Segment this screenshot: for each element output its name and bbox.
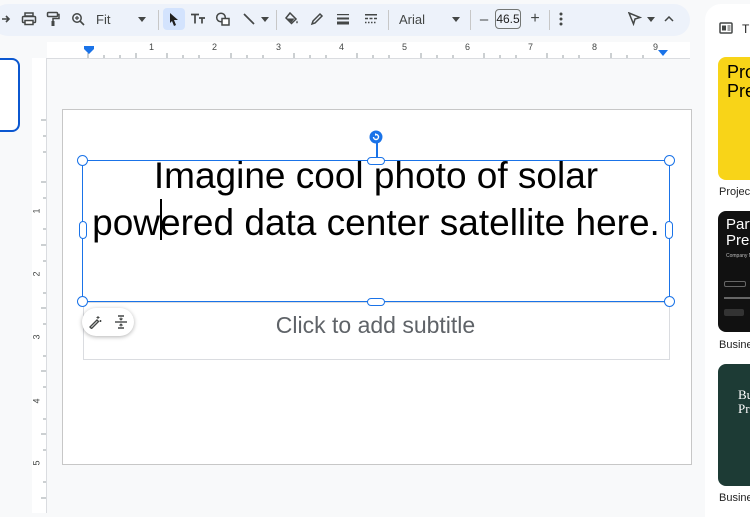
border-weight-icon[interactable] [334, 8, 352, 30]
font-family-select[interactable]: Arial [399, 8, 439, 30]
template-preview-text: Bu Pr [738, 387, 750, 416]
selection-frame [82, 160, 670, 302]
toolbar-divider [276, 10, 277, 30]
magic-pen-icon[interactable] [88, 315, 102, 329]
template-preview-decor [724, 281, 746, 287]
template-preview-text: Pro Pre [727, 62, 750, 101]
ruler-number: 2 [212, 42, 218, 52]
resize-handle-bottom-right[interactable] [664, 296, 675, 307]
template-preview-decor [724, 309, 744, 316]
font-size-value: 46.5 [495, 9, 521, 29]
ruler-number: 5 [31, 460, 42, 466]
resize-handle-top-right[interactable] [664, 155, 675, 166]
pointer-dropdown-icon[interactable] [647, 8, 655, 30]
ruler-number: 7 [528, 42, 534, 52]
left-indent-marker[interactable] [84, 46, 94, 54]
ruler-number: 3 [276, 42, 282, 52]
ruler-number: 9 [653, 42, 659, 52]
ruler-number: 1 [149, 42, 155, 52]
plus-icon: + [530, 10, 540, 27]
toolbar-divider [549, 10, 550, 30]
font-size-input[interactable]: 46.5 [495, 8, 521, 30]
font-family-label: Arial [399, 11, 426, 27]
resize-handle-top[interactable] [367, 157, 385, 165]
slide-thumbnail-selected[interactable] [0, 58, 20, 132]
minus-icon: – [479, 10, 489, 28]
zoom-icon[interactable] [70, 8, 86, 30]
template-preview-text: Part Pres Company N [726, 216, 750, 260]
template-label: Busine [719, 339, 750, 351]
collapse-toolbar-icon[interactable] [662, 8, 676, 30]
resize-handle-left[interactable] [79, 221, 87, 239]
template-card[interactable]: Pro Pre [718, 57, 750, 180]
align-middle-icon[interactable] [114, 315, 128, 329]
ruler-number: 3 [31, 334, 42, 340]
resize-handle-top-left[interactable] [77, 155, 88, 166]
border-dash-icon[interactable] [362, 8, 380, 30]
shape-icon[interactable] [214, 8, 232, 30]
horizontal-ruler: 1 2 3 4 5 6 7 8 9 [47, 42, 690, 59]
pointer-mode-icon[interactable] [626, 8, 644, 30]
toolbar-divider [470, 10, 471, 30]
panel-title: T [742, 22, 750, 36]
vertical-ruler: 1 2 3 4 5 [32, 58, 47, 513]
print-icon[interactable] [20, 8, 38, 30]
select-tool-button[interactable] [163, 8, 185, 30]
paint-format-icon[interactable] [44, 8, 62, 30]
font-dropdown-icon[interactable] [451, 8, 461, 30]
ruler-number: 5 [402, 42, 408, 52]
decrease-font-size-button[interactable]: – [477, 8, 491, 30]
template-preview-decor [724, 297, 750, 299]
zoom-select[interactable]: Fit [96, 8, 118, 30]
toolbar-divider [158, 10, 159, 30]
border-color-icon[interactable] [308, 8, 326, 30]
increase-font-size-button[interactable]: + [528, 8, 542, 30]
redo-icon[interactable] [0, 8, 12, 30]
right-indent-marker[interactable] [658, 50, 668, 58]
floating-text-toolbar [82, 308, 134, 336]
ruler-number: 4 [339, 42, 345, 52]
ruler-ticks [41, 119, 46, 499]
ruler-number: 4 [31, 398, 42, 404]
zoom-dropdown-icon[interactable] [136, 8, 148, 30]
toolbar-divider [388, 10, 389, 30]
rotate-handle-icon[interactable] [369, 130, 383, 144]
text-box-icon[interactable] [189, 8, 207, 30]
ruler-number: 6 [465, 42, 471, 52]
zoom-label: Fit [96, 11, 111, 27]
resize-handle-bottom[interactable] [367, 298, 385, 306]
resize-handle-bottom-left[interactable] [77, 296, 88, 307]
resize-handle-right[interactable] [665, 221, 673, 239]
template-card[interactable]: Bu Pr [718, 364, 750, 486]
template-label: Projec [719, 186, 750, 198]
cursor-arrow-icon [170, 13, 178, 26]
more-options-icon[interactable] [555, 8, 567, 30]
panel-icon [719, 22, 733, 34]
line-dropdown-icon[interactable] [261, 8, 269, 30]
template-card[interactable]: Part Pres Company N [718, 211, 750, 332]
ruler-number: 8 [592, 42, 598, 52]
ruler-number: 1 [31, 208, 42, 214]
fill-color-icon[interactable] [282, 8, 300, 30]
ruler-number: 2 [31, 271, 42, 277]
line-icon[interactable] [240, 8, 258, 30]
subtitle-placeholder-text[interactable]: Click to add subtitle [83, 312, 668, 339]
template-label: Busine [719, 492, 750, 504]
